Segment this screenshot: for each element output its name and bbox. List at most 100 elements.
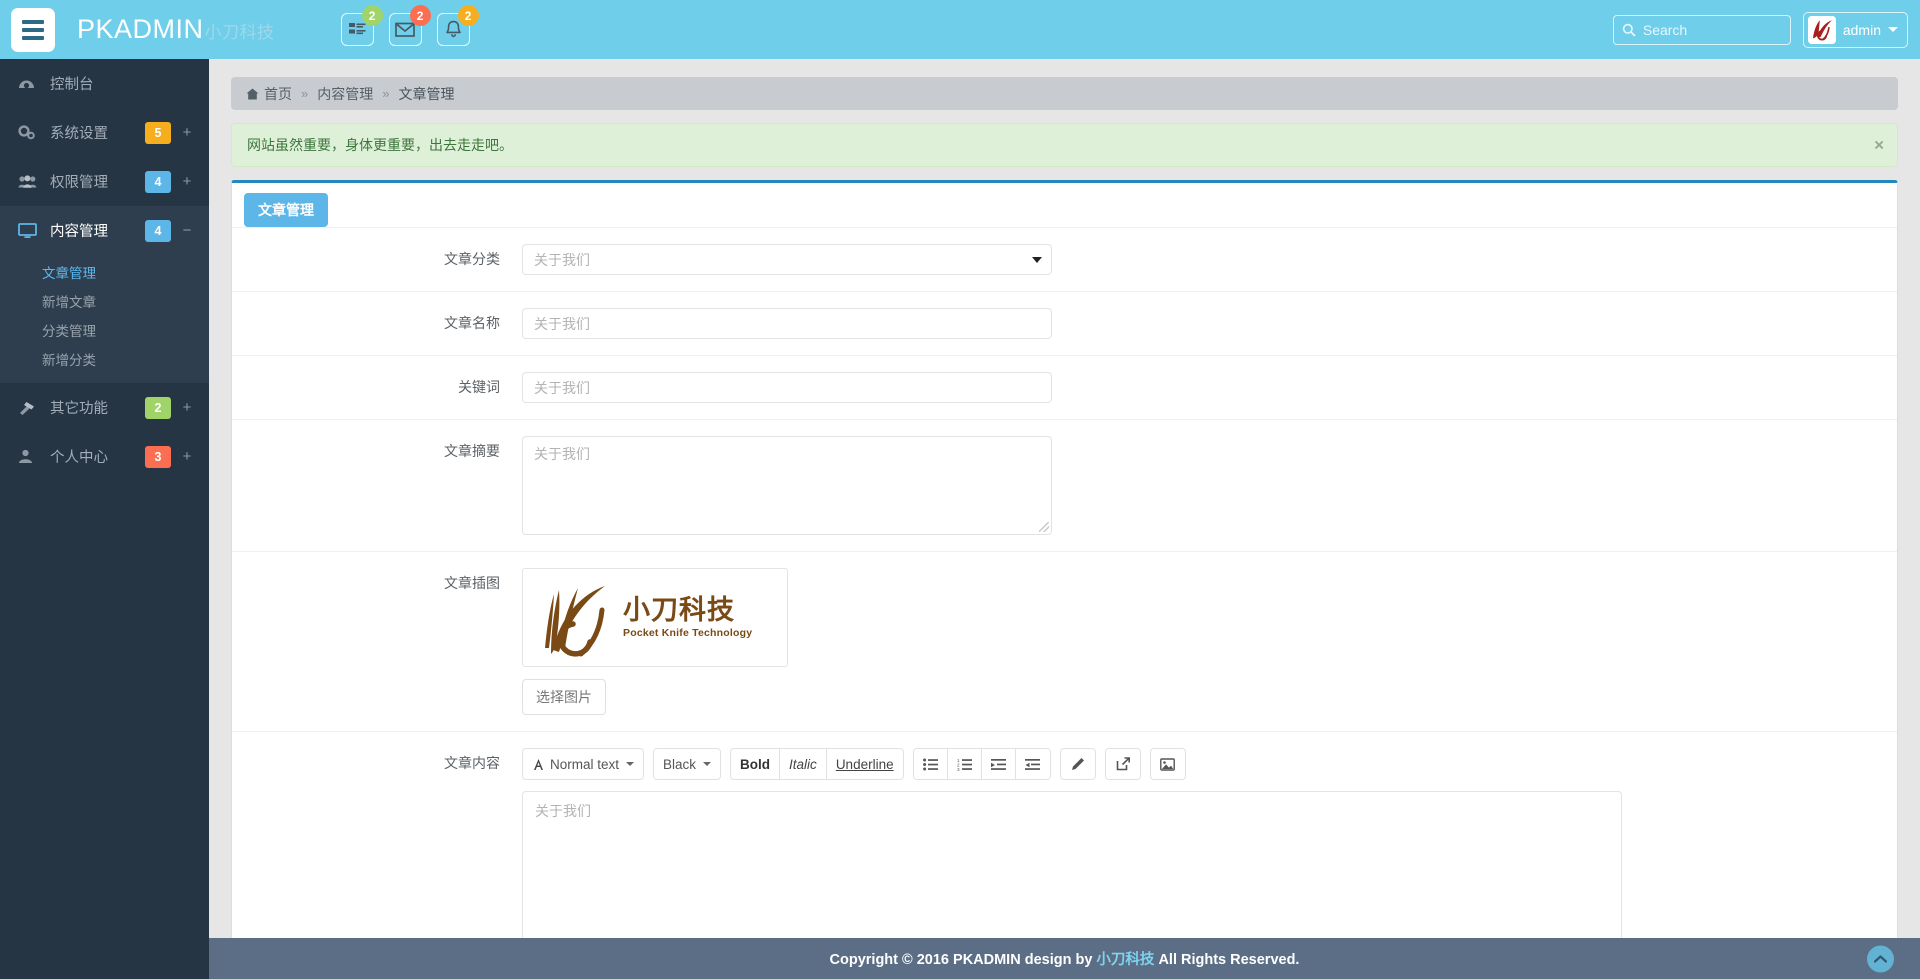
unordered-list-icon [922, 758, 938, 770]
keyword-input[interactable]: 关于我们 [522, 372, 1052, 403]
label-category: 文章分类 [444, 251, 500, 267]
sidebar-item-other-functions[interactable]: 其它功能 2 + [0, 383, 209, 432]
sidebar-submenu-content: 文章管理 新增文章 分类管理 新增分类 [0, 255, 209, 383]
breadcrumb-level2[interactable]: 内容管理 [317, 84, 373, 104]
expand-plus-icon[interactable]: + [177, 448, 197, 465]
users-icon [18, 174, 40, 189]
text-style-label: Normal text [550, 756, 620, 772]
search-icon [1622, 23, 1636, 37]
form-row-keyword: 关键词 关于我们 [232, 355, 1897, 419]
sidebar-item-system-settings[interactable]: 系统设置 5 + [0, 108, 209, 157]
label-article-name: 文章名称 [444, 315, 500, 331]
user-menu[interactable]: admin [1802, 11, 1908, 48]
top-header: PKADMIN 小刀科技 2 2 2 Search admin [0, 0, 1920, 59]
bell-icon[interactable]: 2 [436, 5, 479, 46]
text-style-dropdown[interactable]: Normal text [523, 749, 644, 779]
sidebar-badge: 3 [145, 445, 171, 468]
close-icon[interactable]: × [1874, 137, 1884, 154]
chevron-up-icon [1874, 954, 1887, 963]
sidebar-subitem-add-category[interactable]: 新增分类 [0, 344, 209, 373]
control-thumbnail: 小刀科技 Pocket Knife Technology 选择图片 [522, 568, 1897, 715]
brand-logo[interactable]: PKADMIN 小刀科技 [77, 14, 275, 45]
breadcrumb-separator: » [301, 86, 309, 101]
sidebar-subitem-article-management[interactable]: 文章管理 [0, 257, 209, 286]
outdent-icon [1025, 758, 1041, 770]
choose-image-button[interactable]: 选择图片 [522, 679, 606, 715]
ordered-list-icon: 1 2 3 [957, 758, 972, 771]
sidebar-item-dashboard[interactable]: 控制台 [0, 59, 209, 108]
chevron-down-icon [703, 762, 712, 766]
hamburger-bar [22, 19, 44, 24]
sidebar-label: 内容管理 [50, 224, 108, 240]
italic-button[interactable]: Italic [780, 749, 827, 779]
thumbnail-preview: 小刀科技 Pocket Knife Technology [522, 568, 788, 667]
sidebar-item-content-management[interactable]: 内容管理 4 − [0, 206, 209, 255]
hammer-icon [18, 400, 40, 415]
breadcrumb-home[interactable]: 首页 [246, 84, 292, 104]
pocket-knife-logo-icon [545, 585, 605, 657]
sidebar-sublabel: 文章管理 [42, 265, 96, 281]
underline-button[interactable]: Underline [826, 749, 903, 779]
sidebar-subitem-category-management[interactable]: 分类管理 [0, 315, 209, 344]
outdent-button[interactable] [1015, 749, 1050, 779]
insert-image-button[interactable] [1150, 749, 1185, 779]
avatar [1807, 15, 1836, 44]
ordered-list-button[interactable]: 1 2 3 [947, 749, 982, 779]
search-input[interactable]: Search [1612, 14, 1791, 45]
sidebar-badge: 4 [145, 219, 171, 242]
tab-article-management[interactable]: 文章管理 [244, 193, 328, 227]
keyword-placeholder: 关于我们 [534, 379, 590, 396]
breadcrumb-level3: 文章管理 [398, 85, 455, 102]
sidebar-label: 个人中心 [50, 450, 108, 466]
sidebar-sublabel: 分类管理 [42, 323, 96, 339]
editor-toolbar: Normal text Black Bold Italic Underline … [522, 748, 1622, 780]
user-icon [18, 449, 40, 464]
sidebar-item-permissions[interactable]: 权限管理 4 + [0, 157, 209, 206]
brand-title: PKADMIN [77, 14, 204, 44]
sidebar-label: 权限管理 [50, 175, 108, 191]
user-name: admin [1842, 21, 1881, 38]
sidebar-item-personal-center[interactable]: 个人中心 3 + [0, 432, 209, 481]
search-placeholder: Search [1642, 21, 1688, 38]
resize-handle-icon[interactable] [1039, 522, 1049, 532]
scroll-to-top-button[interactable] [1867, 945, 1894, 972]
chevron-down-icon [626, 762, 635, 766]
chevron-down-icon [1032, 256, 1042, 263]
indent-button[interactable] [981, 749, 1016, 779]
expand-plus-icon[interactable]: + [177, 399, 197, 416]
dashboard-icon [18, 77, 40, 91]
article-panel: 文章管理 文章分类 关于我们 文章名称 关于我们 关键词 关于我们 文章摘要 关… [231, 180, 1898, 979]
article-name-input[interactable]: 关于我们 [522, 308, 1052, 339]
form-row-name: 文章名称 关于我们 [232, 291, 1897, 355]
expand-plus-icon[interactable]: + [177, 124, 197, 141]
footer-brand-link[interactable]: 小刀科技 [1096, 952, 1154, 968]
main-content: 首页 » 内容管理 » 文章管理 网站虽然重要，身体更重要，出去走走吧。 × 文… [209, 59, 1920, 979]
menu-toggle-icon[interactable] [11, 7, 55, 52]
text-color-dropdown[interactable]: Black [654, 749, 721, 779]
chevron-down-icon [1888, 27, 1898, 32]
expand-plus-icon[interactable]: + [177, 173, 197, 190]
label-thumbnail: 文章插图 [444, 575, 500, 591]
category-select[interactable]: 关于我们 [522, 244, 1052, 275]
tasks-badge: 2 [361, 5, 383, 26]
home-icon [246, 88, 259, 99]
unordered-list-button[interactable] [913, 749, 948, 779]
link-button[interactable] [1105, 749, 1140, 779]
image-icon [1160, 757, 1176, 771]
bold-button[interactable]: Bold [731, 749, 781, 779]
sidebar-sublabel: 新增文章 [42, 294, 96, 310]
footer: Copyright © 2016 PKADMIN design by 小刀科技 … [209, 938, 1920, 979]
hamburger-bar [22, 35, 44, 40]
summary-textarea[interactable]: 关于我们 [522, 436, 1052, 535]
label-summary: 文章摘要 [444, 443, 500, 459]
sidebar-subitem-add-article[interactable]: 新增文章 [0, 286, 209, 315]
toolbar-group-image [1149, 748, 1186, 780]
category-selected-value: 关于我们 [534, 251, 590, 268]
tasks-icon[interactable]: 2 [340, 5, 383, 46]
envelope-glyph [395, 22, 415, 37]
link-icon [1116, 757, 1130, 771]
sidebar-sublabel: 新增分类 [42, 352, 96, 368]
collapse-minus-icon[interactable]: − [177, 222, 197, 239]
envelope-icon[interactable]: 2 [388, 5, 431, 46]
pencil-button[interactable] [1060, 749, 1095, 779]
